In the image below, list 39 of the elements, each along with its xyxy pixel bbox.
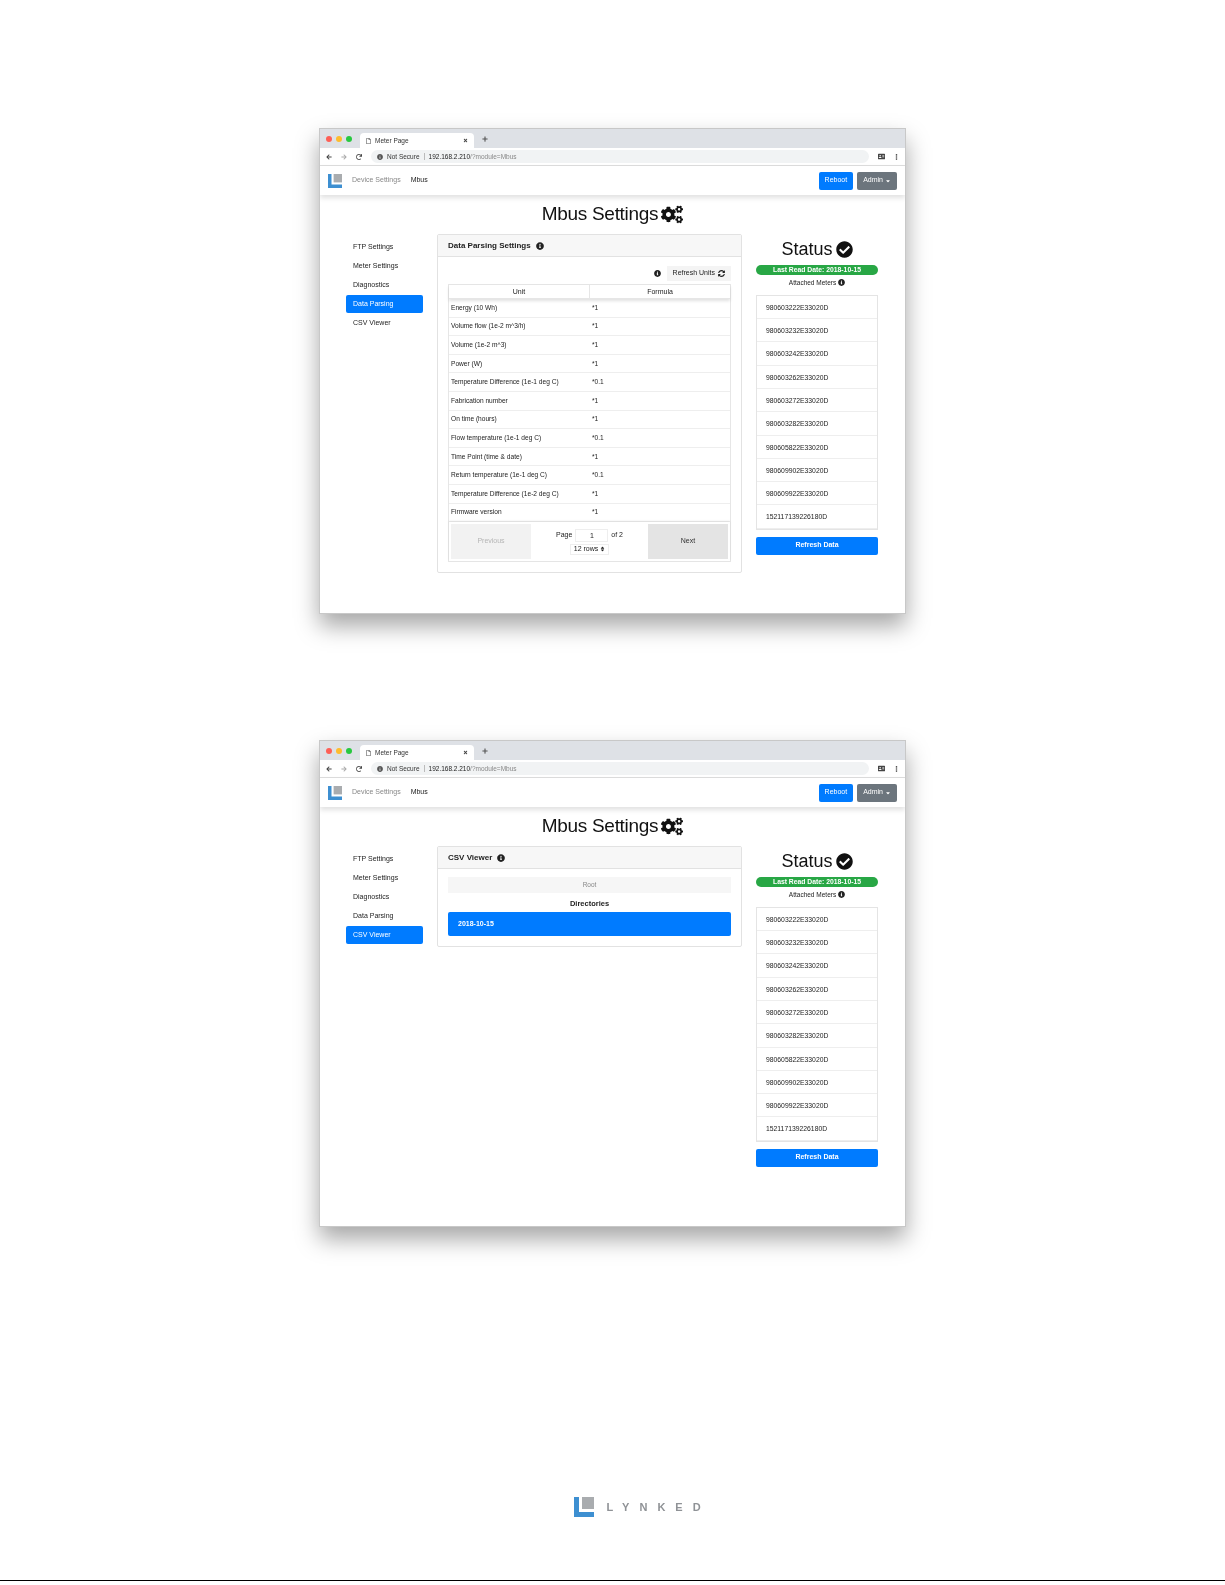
info-icon[interactable] (653, 270, 661, 277)
info-icon[interactable] (535, 241, 544, 250)
menu-icon[interactable] (894, 153, 899, 160)
logo-icon (328, 173, 342, 188)
gears-icon (661, 816, 684, 836)
info-icon[interactable] (838, 279, 846, 287)
close-icon[interactable] (463, 750, 468, 755)
page-title: Mbus Settings (541, 201, 659, 226)
card-title: Data Parsing Settings (448, 239, 531, 252)
brand-wordmark: LYNKED (606, 1499, 711, 1515)
reload-icon[interactable] (356, 153, 362, 160)
info-icon[interactable] (497, 853, 506, 862)
menu-icon[interactable] (894, 765, 899, 772)
back-icon[interactable] (326, 765, 332, 772)
close-icon[interactable] (463, 138, 468, 143)
logo-icon (574, 1497, 595, 1517)
status-title: Status (781, 238, 833, 261)
gears-icon (661, 204, 684, 224)
new-tab-icon[interactable] (482, 135, 488, 142)
caret-icon (885, 789, 891, 796)
page-icon (366, 137, 371, 144)
status-title: Status (781, 850, 833, 873)
logo-icon (328, 785, 342, 800)
check-icon (835, 241, 853, 258)
profile-icon[interactable] (878, 765, 885, 772)
info-icon[interactable] (838, 891, 846, 899)
profile-icon[interactable] (878, 153, 885, 160)
page-title: Mbus Settings (541, 813, 659, 838)
sort-arrows-icon (600, 546, 606, 553)
page-icon (366, 749, 371, 756)
back-icon[interactable] (326, 153, 332, 160)
info-icon[interactable] (377, 765, 383, 772)
reload-icon[interactable] (356, 765, 362, 772)
info-icon[interactable] (377, 153, 383, 160)
check-icon (835, 853, 853, 870)
caret-icon (885, 177, 891, 184)
refresh-icon (718, 270, 725, 277)
card-title: CSV Viewer (448, 851, 493, 864)
new-tab-icon[interactable] (482, 747, 488, 754)
